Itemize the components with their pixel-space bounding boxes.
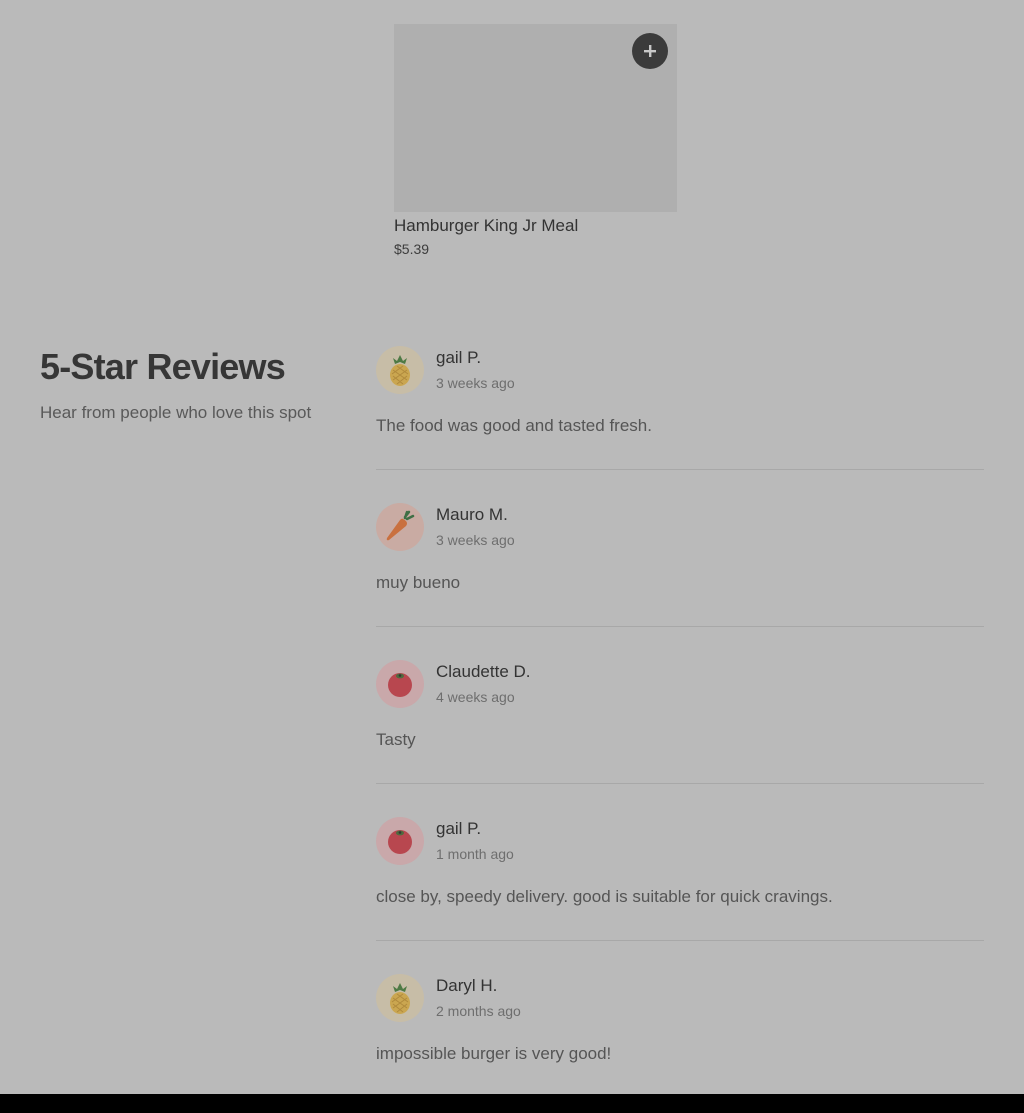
reviewer-name: Mauro M. [436, 505, 508, 524]
review-date: 3 weeks ago [436, 532, 515, 548]
review-text: Tasty [376, 730, 416, 749]
reviews-title: 5-Star Reviews [40, 346, 286, 387]
review-item: Mauro M. 3 weeks ago muy bueno [376, 503, 984, 660]
review-item: Daryl H. 2 months ago impossible burger … [376, 974, 984, 1113]
avatar [376, 817, 424, 865]
reviewer-name: Daryl H. [436, 976, 498, 995]
review-text: impossible burger is very good! [376, 1044, 612, 1063]
product-name: Hamburger King Jr Meal [394, 216, 579, 235]
pineapple-icon [390, 983, 410, 1014]
avatar [376, 503, 424, 551]
carrot-icon [386, 510, 415, 541]
divider [376, 626, 984, 627]
avatar [376, 660, 424, 708]
review-date: 4 weeks ago [436, 689, 515, 705]
review-text: The food was good and tasted fresh. [376, 416, 652, 435]
avatar [376, 974, 424, 1022]
divider [376, 783, 984, 784]
product-image[interactable] [394, 24, 677, 212]
reviewer-name: gail P. [436, 819, 482, 838]
review-list: gail P. 3 weeks ago The food was good an… [376, 346, 984, 1113]
review-date: 3 weeks ago [436, 375, 515, 391]
review-item: Claudette D. 4 weeks ago Tasty [376, 660, 984, 817]
review-text: muy bueno [376, 573, 461, 592]
review-date: 1 month ago [436, 846, 514, 862]
product-price: $5.39 [394, 241, 430, 257]
add-to-cart-button[interactable] [632, 33, 668, 69]
review-item: gail P. 1 month ago close by, speedy del… [376, 817, 984, 974]
tomato-icon [388, 830, 412, 854]
review-item: gail P. 3 weeks ago The food was good an… [376, 346, 984, 503]
product-card[interactable]: Hamburger King Jr Meal $5.39 [394, 24, 677, 257]
reviews-header: 5-Star Reviews Hear from people who love… [40, 345, 340, 423]
review-date: 2 months ago [436, 1003, 521, 1019]
divider [376, 469, 984, 470]
tomato-icon [388, 673, 412, 697]
bottom-bar [0, 1094, 1024, 1113]
pineapple-icon [390, 355, 410, 386]
divider [376, 940, 984, 941]
reviews-subtitle: Hear from people who love this spot [40, 403, 312, 422]
review-text: close by, speedy delivery. good is suita… [376, 887, 833, 906]
plus-icon [644, 45, 656, 57]
reviewer-name: Claudette D. [436, 662, 531, 681]
reviewer-name: gail P. [436, 348, 482, 367]
avatar [376, 346, 424, 394]
